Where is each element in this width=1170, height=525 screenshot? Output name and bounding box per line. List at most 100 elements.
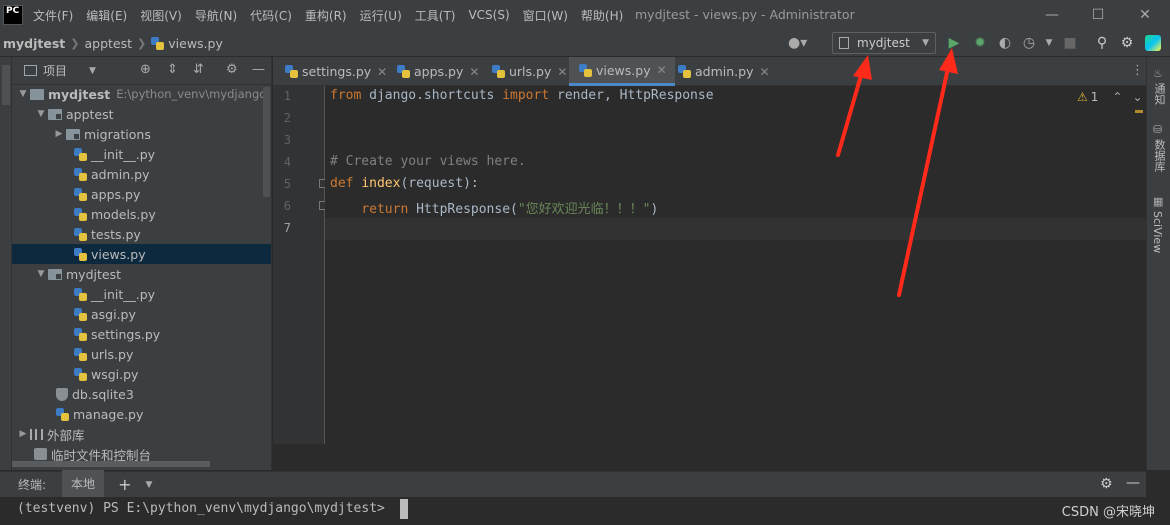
tree-item-file[interactable]: urls.py <box>12 344 271 364</box>
tree-item-apptest[interactable]: ▼ apptest <box>12 104 271 124</box>
scratch-icon <box>34 448 47 460</box>
breadcrumb-folder[interactable]: apptest <box>85 36 133 51</box>
tab-settings-py[interactable]: settings.py ✕ <box>275 57 395 86</box>
more-run-chevron-icon[interactable]: ▼ <box>1040 34 1058 52</box>
hide-panel-icon[interactable]: — <box>1126 475 1140 491</box>
run-config-label: mydjtest <box>857 36 910 50</box>
horizontal-scrollbar[interactable] <box>12 461 210 467</box>
breadcrumb-file[interactable]: views.py <box>168 36 223 51</box>
inspection-widget[interactable]: ⚠ 1 ⌃ ⌄ <box>1077 90 1143 104</box>
chevron-down-icon: ▼ <box>922 38 929 48</box>
toolbox-icon[interactable] <box>1145 35 1161 51</box>
tree-item-file[interactable]: settings.py <box>12 324 271 344</box>
chevron-up-icon[interactable]: ⌃ <box>1112 90 1122 104</box>
tree-item-file[interactable]: models.py <box>12 204 271 224</box>
run-configuration-dropdown[interactable]: mydjtest ▼ <box>832 32 936 54</box>
tree-item-file[interactable]: admin.py <box>12 164 271 184</box>
notifications-tool-button[interactable]: 通知 <box>1151 83 1167 105</box>
tree-label: asgi.py <box>91 306 136 322</box>
tree-item-file-selected[interactable]: views.py <box>12 244 271 264</box>
menu-tools[interactable]: 工具(T) <box>415 7 456 24</box>
tab-admin-py[interactable]: admin.py ✕ <box>668 57 778 86</box>
tab-urls-py[interactable]: urls.py ✕ <box>482 57 575 86</box>
project-panel-title[interactable]: 项目 <box>43 62 67 79</box>
close-icon[interactable]: ✕ <box>657 63 667 77</box>
tree-item-file[interactable]: asgi.py <box>12 304 271 324</box>
tree-label: apps.py <box>91 186 141 202</box>
more-tabs-icon[interactable]: ⋮ <box>1131 63 1144 78</box>
menu-edit[interactable]: 编辑(E) <box>86 7 127 24</box>
debug-icon[interactable]: ✹ <box>971 34 989 52</box>
sciview-tool-button[interactable]: SciView <box>1151 211 1164 253</box>
menu-navigate[interactable]: 导航(N) <box>195 7 237 24</box>
gear-icon[interactable]: ⚙ <box>1100 476 1113 492</box>
close-icon[interactable]: ✕ <box>759 65 769 79</box>
tree-item-file[interactable]: tests.py <box>12 224 271 244</box>
line-number: 5 <box>283 177 291 191</box>
tree-path: E:\python_venv\mydjango\ <box>116 87 271 101</box>
tree-label: mydjtest <box>66 266 121 282</box>
function-params: (request): <box>400 176 479 191</box>
menu-view[interactable]: 视图(V) <box>140 7 182 24</box>
stop-icon[interactable]: ■ <box>1061 34 1079 52</box>
tab-apps-py[interactable]: apps.py ✕ <box>387 57 487 86</box>
coverage-icon[interactable]: ◐ <box>996 34 1014 52</box>
string-literal: "您好欢迎光临！！！" <box>517 202 651 217</box>
chevron-down-icon[interactable]: ▼ <box>145 480 152 490</box>
close-icon[interactable]: ✕ <box>377 65 387 79</box>
menu-code[interactable]: 代码(C) <box>250 7 292 24</box>
maximize-icon[interactable]: ☐ <box>1086 4 1110 26</box>
python-file-icon <box>74 247 87 261</box>
gear-icon[interactable]: ⚙ <box>1118 34 1136 52</box>
chevron-down-icon[interactable]: ⌄ <box>1132 90 1142 104</box>
menu-file[interactable]: 文件(F) <box>33 7 73 24</box>
tree-item-file[interactable]: __init__.py <box>12 144 271 164</box>
tree-item-file[interactable]: manage.py <box>12 404 271 424</box>
menu-run[interactable]: 运行(U) <box>360 7 402 24</box>
database-tool-button[interactable]: 数据库 <box>1151 139 1167 172</box>
tree-label: wsgi.py <box>91 366 139 382</box>
menu-window[interactable]: 窗口(W) <box>523 7 568 24</box>
vertical-scrollbar[interactable] <box>263 87 270 197</box>
menu-help[interactable]: 帮助(H) <box>581 7 623 24</box>
python-file-icon <box>56 407 69 421</box>
breadcrumb-project[interactable]: mydjtest <box>3 36 65 51</box>
tree-item-migrations[interactable]: ▶ migrations <box>12 124 271 144</box>
search-icon[interactable]: ⚲ <box>1093 34 1111 52</box>
window-title: mydjtest - views.py - Administrator <box>635 7 855 22</box>
tree-item-root[interactable]: ▼ mydjtest E:\python_venv\mydjango\ <box>12 84 271 104</box>
collapse-all-icon[interactable]: ⇵ <box>193 62 204 77</box>
expand-all-icon[interactable]: ⇕ <box>167 62 178 77</box>
tree-item-file[interactable]: wsgi.py <box>12 364 271 384</box>
tree-item-file[interactable]: apps.py <box>12 184 271 204</box>
tree-item-mydjtest[interactable]: ▼ mydjtest <box>12 264 271 284</box>
user-icon[interactable]: ●▾ <box>788 34 807 52</box>
hide-panel-icon[interactable]: — <box>252 62 265 77</box>
project-panel-header: 项目 ▼ ⊕ ⇕ ⇵ ⚙ — <box>12 57 271 85</box>
tab-views-py[interactable]: views.py ✕ <box>569 57 675 86</box>
terminal-tab-local[interactable]: 本地 <box>62 470 105 499</box>
tree-item-external-libraries[interactable]: ▶ 外部库 <box>12 424 271 444</box>
warning-marker[interactable] <box>1135 110 1143 113</box>
chevron-down-icon: ▼ <box>37 109 45 119</box>
run-icon[interactable]: ▶ <box>945 34 963 52</box>
tree-item-file[interactable]: __init__.py <box>12 284 271 304</box>
chevron-down-icon[interactable]: ▼ <box>89 66 96 76</box>
add-terminal-icon[interactable]: + <box>118 475 131 494</box>
gear-icon[interactable]: ⚙ <box>226 62 238 77</box>
terminal-panel[interactable]: (testvenv) PS E:\python_venv\mydjango\my… <box>0 497 1170 525</box>
close-icon[interactable]: ✕ <box>469 65 479 79</box>
menu-refactor[interactable]: 重构(R) <box>305 7 347 24</box>
tree-item-file[interactable]: db.sqlite3 <box>12 384 271 404</box>
close-icon[interactable]: ✕ <box>557 65 567 79</box>
code-editor[interactable]: from django.shortcuts import render, Htt… <box>325 86 1146 444</box>
minimize-icon[interactable]: — <box>1040 4 1064 26</box>
menu-vcs[interactable]: VCS(S) <box>468 8 509 22</box>
python-file-icon <box>492 65 505 78</box>
project-tool-button[interactable] <box>2 65 10 105</box>
python-file-icon <box>74 307 87 321</box>
keyword-import: import <box>502 88 550 103</box>
close-window-icon[interactable]: ✕ <box>1133 4 1157 26</box>
profile-icon[interactable]: ◷ <box>1020 34 1038 52</box>
locate-icon[interactable]: ⊕ <box>140 62 151 77</box>
